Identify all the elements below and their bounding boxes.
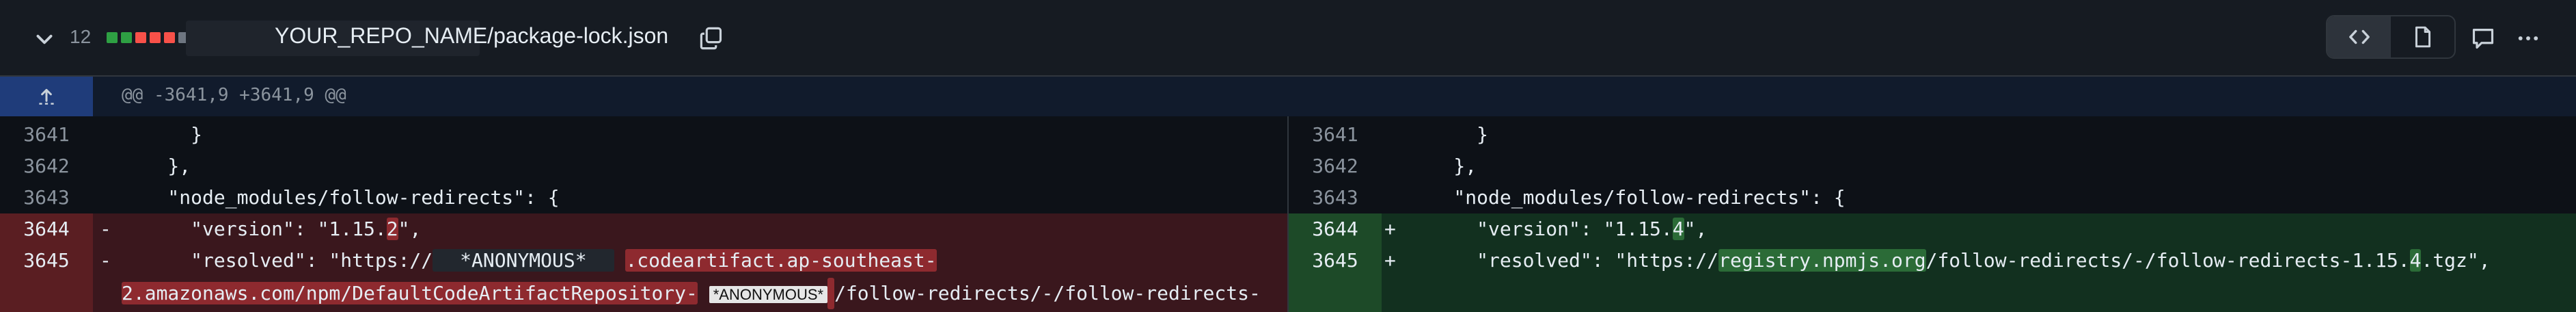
changed-token: registry.npmjs.org [1718, 249, 1926, 272]
changed-lines-count: 12 [70, 26, 92, 47]
hunk-header-row: @@ -3641,9 +3641,9 @@ [0, 77, 2576, 116]
line-number[interactable]: 3641 [0, 119, 93, 151]
changed-token: 4 [2409, 249, 2422, 272]
line-number[interactable]: 3644 [0, 213, 93, 245]
code-line: "resolved": "https://registry.npmjs.org/… [1408, 245, 2491, 276]
code-line: "version": "1.15.2", [122, 213, 421, 245]
copy-icon[interactable] [699, 26, 724, 51]
deletion-marker: - [100, 218, 111, 240]
line-number[interactable]: 3645 [0, 245, 93, 276]
code-line: "node_modules/follow-redirects": { [1408, 186, 1846, 209]
code-line: "node_modules/follow-redirects": { [122, 186, 560, 209]
chevron-down-icon[interactable] [33, 27, 56, 51]
redacted-text: *ANONYMOUS* [433, 249, 614, 272]
comment-icon[interactable] [2471, 26, 2495, 51]
line-number[interactable]: 3642 [0, 151, 93, 182]
line-number[interactable]: 3641 [1289, 119, 1382, 151]
code-text: ", [398, 218, 422, 240]
redacted-text: *ANONYMOUS* [709, 286, 828, 303]
code-line: }, [1408, 155, 1477, 177]
code-line: }, [122, 155, 191, 177]
addition-marker: + [1384, 218, 1396, 240]
code-text: /follow-redirects/-/follow-redirects-1.1… [1926, 249, 2410, 272]
deletion-marker: - [100, 249, 111, 272]
code-text: "version": "1.15. [122, 218, 387, 240]
code-line: "resolved": "https://*ANONYMOUS* .codear… [122, 245, 937, 276]
file-path[interactable]: YOUR_REPO_NAME/package-lock.json [275, 23, 668, 49]
view-diff-button[interactable] [2327, 16, 2391, 57]
changed-token: 2 [386, 218, 398, 240]
code-line-wrap: 2.amazonaws.com/npm/DefaultCodeArtifactR… [122, 278, 1261, 311]
code-text: ", [1684, 218, 1708, 240]
view-file-button[interactable] [2391, 16, 2454, 57]
diffstat-square [121, 32, 132, 43]
line-number[interactable]: 3643 [1289, 182, 1382, 213]
expand-up-button[interactable] [0, 77, 93, 116]
changed-token: 4 [1672, 218, 1684, 240]
changed-token: 2.amazonaws.com/npm/DefaultCodeArtifactR… [122, 282, 698, 304]
diff-file-view: 12 YOUR_REPO_NAME/package-lock.json @@ -… [0, 0, 2576, 312]
file-icon [2415, 26, 2430, 48]
changed-token: .codeartifact.ap-southeast- [625, 249, 937, 272]
code-line: } [122, 123, 203, 146]
line-number[interactable]: 3643 [0, 182, 93, 213]
diffstat-square [164, 32, 175, 43]
line-number[interactable]: 3644 [1289, 213, 1382, 245]
code-line: "version": "1.15.4", [1408, 213, 1707, 245]
kebab-horizontal-icon[interactable] [2516, 26, 2540, 51]
line-number[interactable]: 3642 [1289, 151, 1382, 182]
code-text: "resolved": "https:// [1408, 249, 1719, 272]
view-toggle-group [2326, 15, 2456, 59]
hunk-header-text: @@ -3641,9 +3641,9 @@ [122, 85, 346, 105]
code-text: "version": "1.15. [1408, 218, 1673, 240]
file-header: 12 YOUR_REPO_NAME/package-lock.json [0, 0, 2576, 77]
code-icon [2348, 29, 2370, 44]
diffstat-square [107, 32, 118, 43]
code-text: /follow-redirects/-/follow-redirects- [834, 282, 1261, 304]
expand-up-icon [39, 88, 54, 105]
code-line: } [1408, 123, 1489, 146]
line-number[interactable]: 3645 [1289, 245, 1382, 276]
diffstat-square [150, 32, 161, 43]
diffstat-bars [107, 32, 189, 43]
code-text: .tgz", [2421, 249, 2491, 272]
code-text: "resolved": "https:// [122, 249, 433, 272]
diffstat-square [135, 32, 146, 43]
addition-marker: + [1384, 249, 1396, 272]
